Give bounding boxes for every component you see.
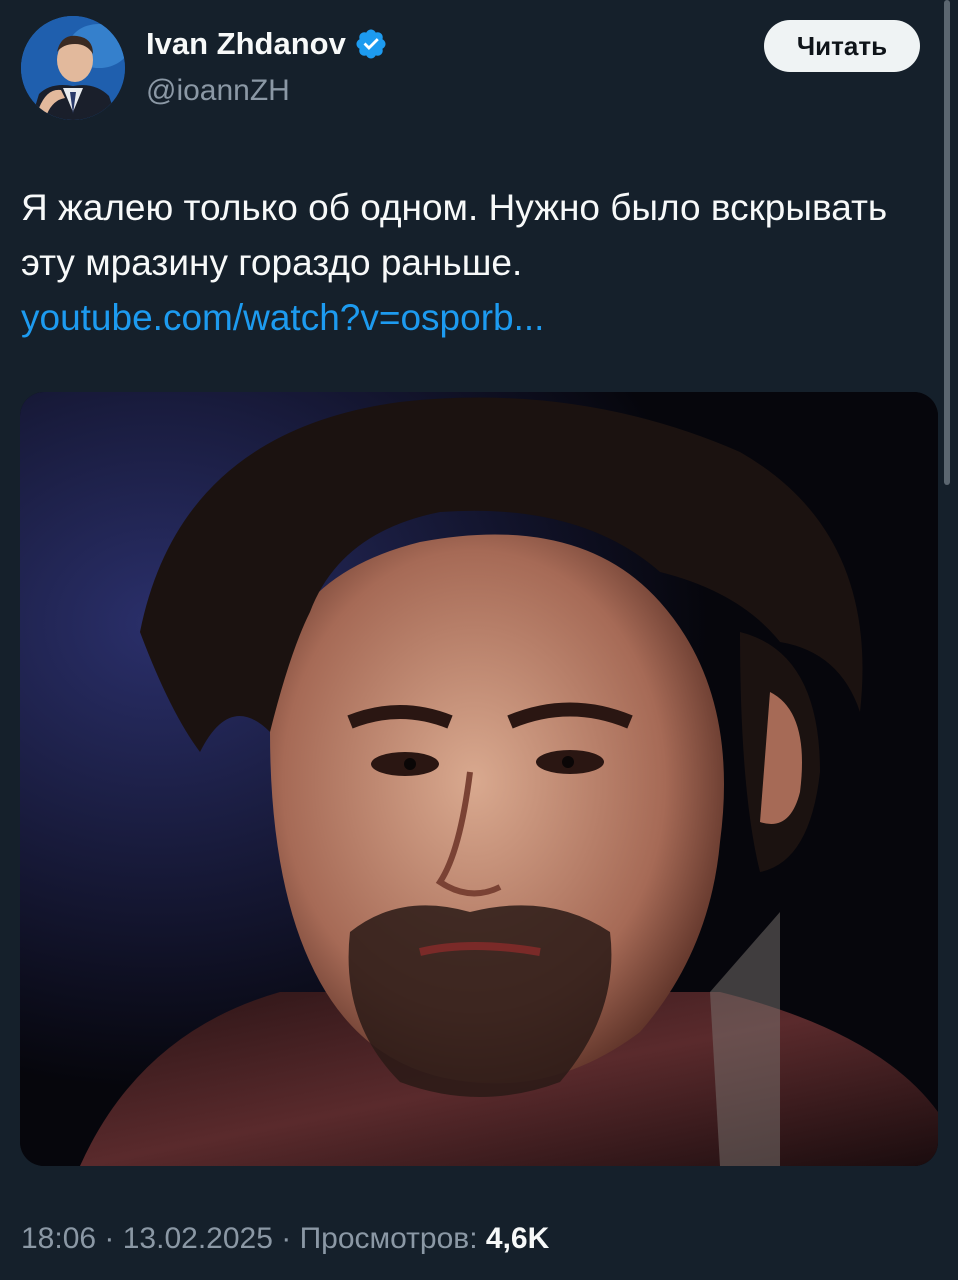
scrollbar[interactable] (944, 0, 950, 485)
avatar-image (21, 16, 125, 120)
meta-separator: · (272, 1222, 300, 1255)
author-name-text: Ivan Zhdanov (146, 26, 346, 61)
tweet: Ivan Zhdanov @ioannZH Читать Я жалею тол… (0, 0, 958, 1280)
author-name[interactable]: Ivan Zhdanov (146, 26, 388, 62)
meta-separator: · (96, 1222, 123, 1255)
author-handle[interactable]: @ioannZH (146, 74, 290, 108)
follow-button[interactable]: Читать (764, 20, 920, 72)
tweet-body: Я жалею только об одном. Нужно было вскр… (21, 187, 888, 283)
photo-portrait (20, 392, 938, 1166)
verified-badge-icon (356, 29, 386, 59)
views-count: 4,6K (485, 1222, 550, 1255)
tweet-date[interactable]: 13.02.2025 (123, 1222, 273, 1255)
tweet-meta: 18:06 · 13.02.2025 · Просмотров: 4,6K (21, 1222, 549, 1256)
author-avatar[interactable] (21, 16, 125, 120)
tweet-link[interactable]: youtube.com/watch?v=osporb... (21, 297, 544, 338)
tweet-time[interactable]: 18:06 (21, 1222, 96, 1255)
views-label: Просмотров: (299, 1222, 486, 1255)
tweet-media-photo[interactable] (20, 392, 938, 1166)
tweet-text: Я жалею только об одном. Нужно было вскр… (21, 180, 901, 345)
